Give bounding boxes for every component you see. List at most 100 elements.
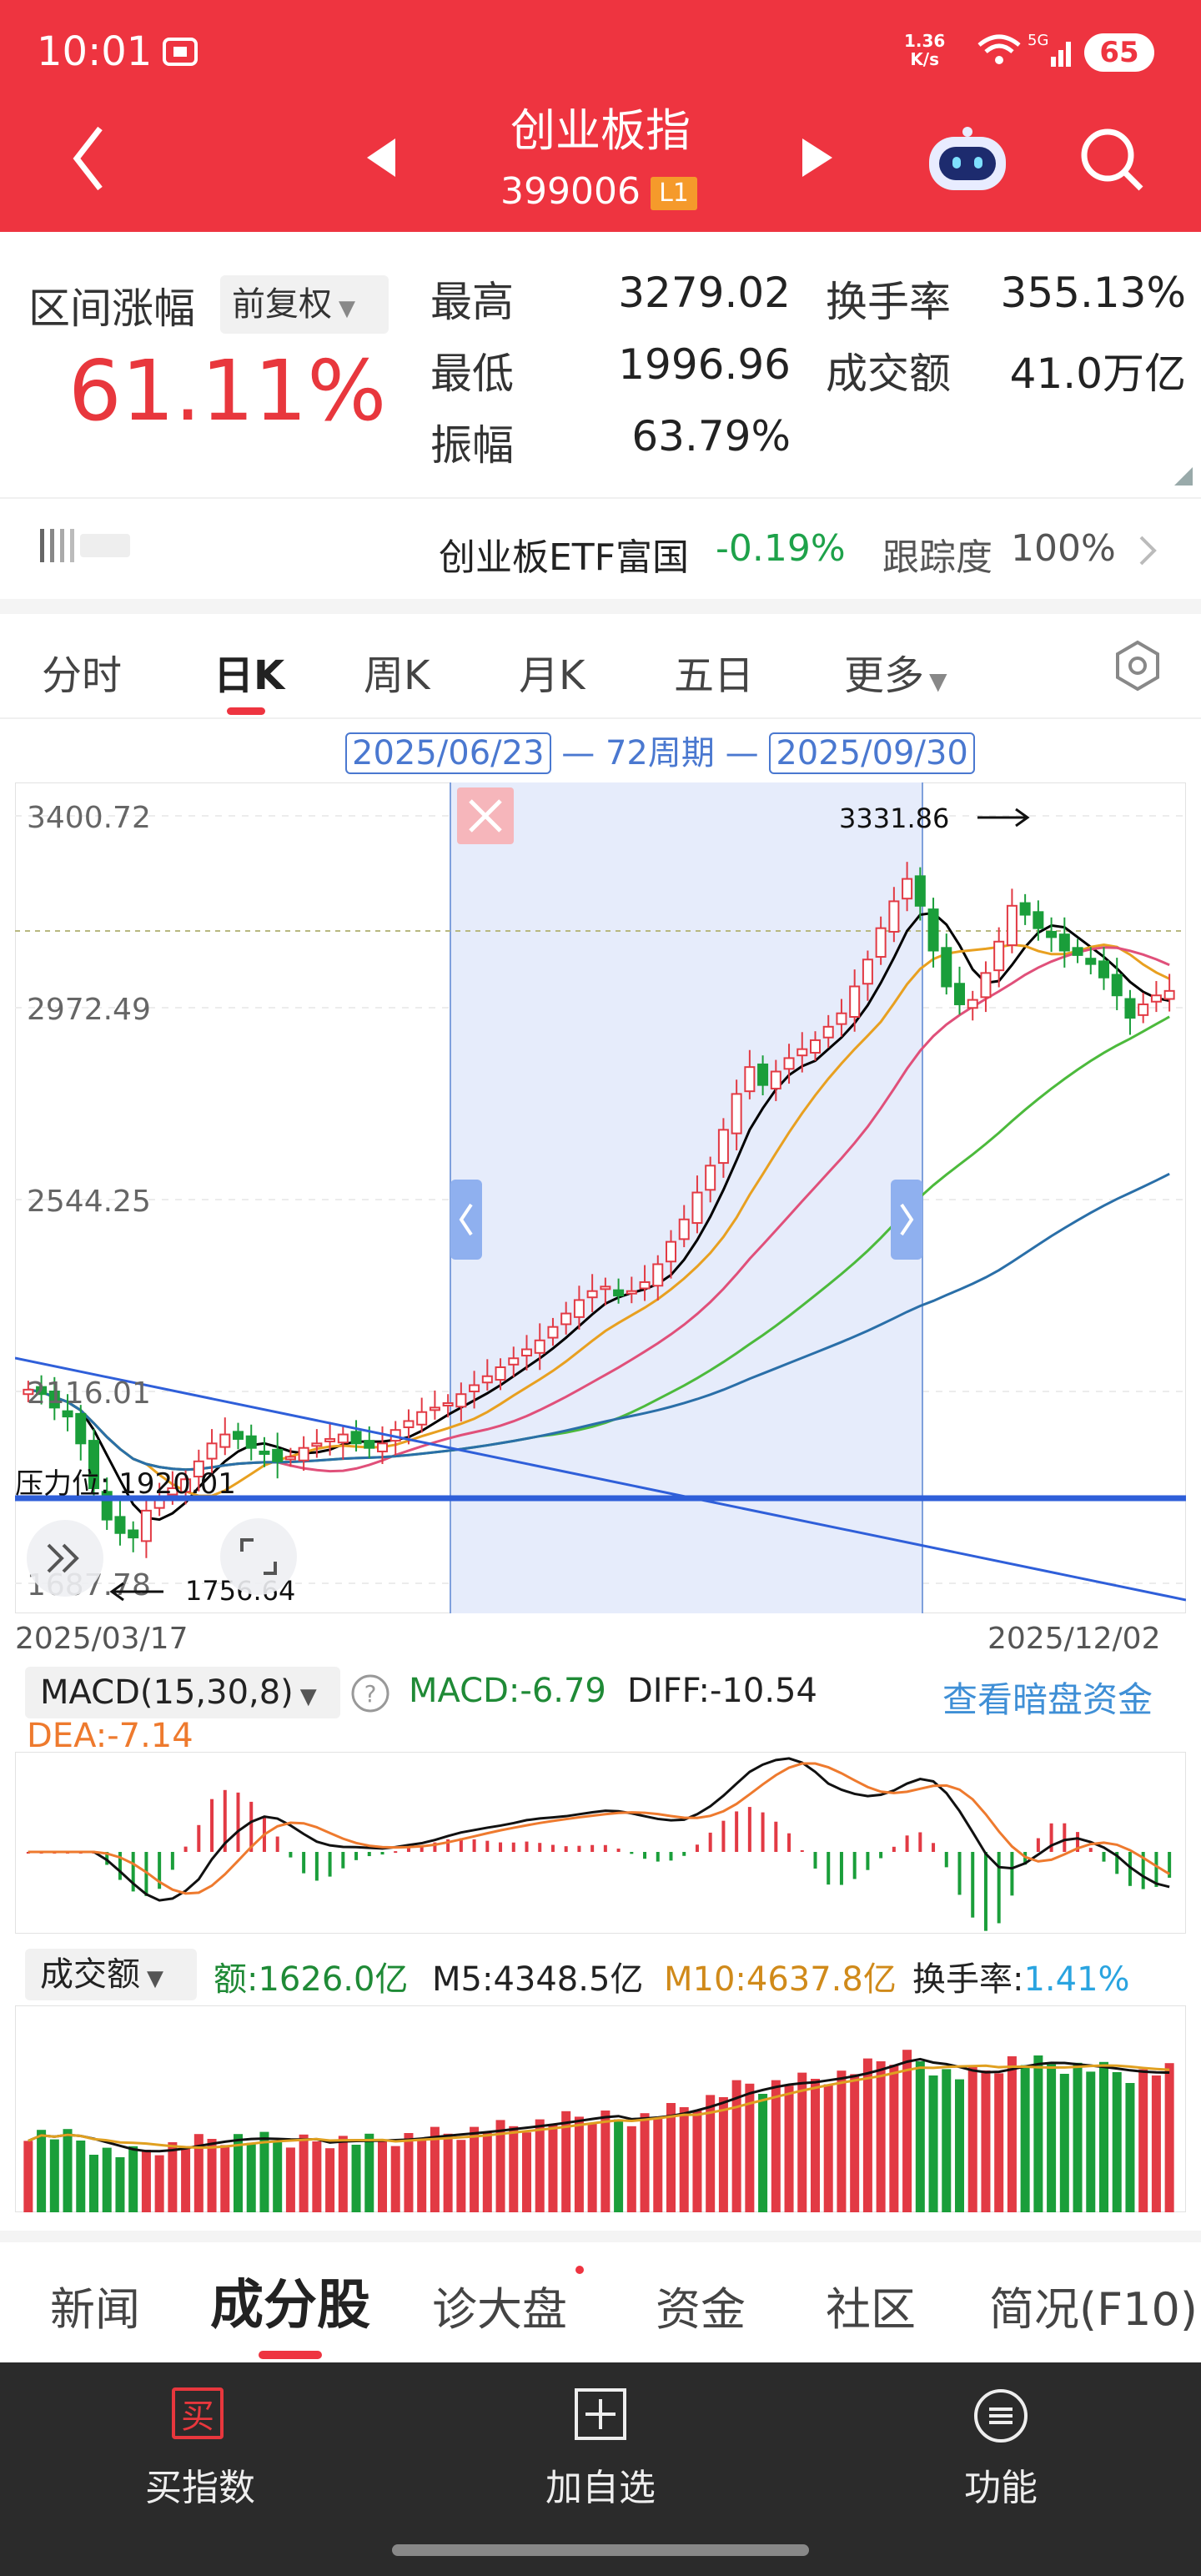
candle [652,1263,664,1287]
macd-bar [590,1844,595,1852]
macd-bar [328,1852,332,1877]
volume-bar [574,2116,584,2212]
candle [770,1070,781,1089]
period-selector[interactable]: 2025/06/23 — 72周期 — 2025/09/30 [345,726,975,774]
btab-funds[interactable]: 资金 [656,2272,746,2338]
candle [1033,911,1044,929]
prev-index-icon[interactable] [367,138,397,177]
stat-label-amplitude: 振幅 [430,421,514,470]
macd-bar [918,1832,922,1852]
candle [520,1348,533,1357]
btab-news[interactable]: 新闻 [50,2272,140,2338]
macd-label: MACD(15,30,8) [40,1673,294,1712]
period-end-date[interactable]: 2025/09/30 [769,732,975,774]
svg-text:5G: 5G [1028,32,1048,49]
volume-turnover: 换手率:1.41% [912,1952,1130,2000]
period-start-date[interactable]: 2025/06/23 [345,732,551,774]
range-left-handle[interactable] [450,1180,482,1260]
volume-bar [1151,2075,1161,2212]
volume-bar [784,2085,794,2212]
candle [416,1411,428,1426]
buy-icon: 买 [172,2387,224,2439]
volume-bar [364,2133,374,2212]
turnover-value: 1.41% [1023,1960,1130,1999]
tab-intraday[interactable]: 分时 [42,642,122,701]
volume-bar [482,2133,492,2212]
macd-bar [538,1843,542,1852]
btab-diagnose[interactable]: 诊大盘 [432,2272,567,2338]
volume-bar [600,2111,611,2212]
status-time: 10:01 [37,28,153,75]
expand-left-button[interactable] [27,1520,103,1597]
candle [364,1440,375,1449]
tab-weekly-k[interactable]: 周K [364,642,430,701]
btab-constituents[interactable]: 成分股 [210,2262,370,2339]
candle [1006,904,1018,947]
tracking-label: 跟踪度 [882,536,992,579]
tab-monthly-k[interactable]: 月K [519,642,585,701]
btab-profile[interactable]: 简况(F10) [989,2272,1198,2338]
candle [272,1448,284,1462]
candle [967,999,978,1009]
expand-corner-icon[interactable] [1174,467,1193,486]
candle [953,983,966,1005]
add-watchlist-button[interactable]: 加自选 [517,2369,684,2519]
macd-bar [341,1852,345,1869]
tab-five-day[interactable]: 五日 [674,642,754,701]
tab-daily-k[interactable]: 日K [214,642,284,701]
candle [927,908,939,952]
candle [980,972,992,999]
settings-icon[interactable] [1111,639,1164,692]
candle [783,1057,795,1070]
fullscreen-button[interactable] [220,1518,297,1595]
candle [62,1410,73,1418]
macd-bar [695,1844,699,1852]
candle [337,1433,349,1444]
macd-selector[interactable]: MACD(15,30,8) ▼ [25,1667,340,1718]
volume-bar [49,2139,59,2212]
volume-bar [535,2119,545,2212]
adjust-type-dropdown[interactable]: 前复权 ▼ [220,275,389,334]
stat-value-amplitude: 63.79% [631,412,791,460]
volume-bar [37,2130,47,2212]
buy-index-button[interactable]: 买 买指数 [117,2369,284,2519]
range-right-handle[interactable] [891,1180,922,1260]
menu-icon [974,2389,1028,2443]
volume-bar [967,2066,977,2212]
volume-selector[interactable]: 成交额 ▼ [25,1949,197,2000]
volume-bar [1073,2062,1083,2212]
etf-logo-icon [40,529,130,562]
dark-pool-link[interactable]: 查看暗盘资金 [942,1672,1153,1723]
etf-name: 创业板ETF富国 [439,536,689,579]
next-index-icon[interactable] [802,138,832,177]
volume-bar [1164,2063,1174,2212]
candle [1111,974,1123,997]
candle [626,1290,637,1295]
svg-text:?: ? [364,1680,377,1708]
macd-bar [170,1852,174,1870]
back-icon[interactable] [72,125,105,192]
kline-chart[interactable]: 3400.722972.492544.252116.011687.78 压力位:… [15,782,1186,1613]
candle [114,1516,126,1534]
macd-bar [394,1851,398,1854]
chevron-down-icon: ▼ [299,1684,317,1709]
chevron-down-icon: ▼ [147,1966,163,1991]
robot-assistant-icon[interactable] [924,125,1011,195]
macd-bar [485,1840,490,1852]
macd-value: MACD:-6.79 [409,1672,606,1710]
volume-bar [88,2155,99,2212]
candle [1124,998,1136,1019]
search-icon[interactable] [1079,127,1146,194]
high-price-label: 3331.86 [839,802,949,834]
tab-more[interactable]: 更多 ▼ [844,642,947,701]
functions-button[interactable]: 功能 [917,2369,1084,2519]
candle [206,1442,218,1460]
btab-community[interactable]: 社区 [826,2272,916,2338]
volume-bar [876,2061,886,2212]
volume-bar [115,2157,125,2212]
help-icon[interactable]: ? [349,1672,392,1715]
macd-bar [813,1852,817,1869]
candle [717,1129,729,1165]
y-tick-label: 2116.01 [27,1376,151,1411]
volume-bar [718,2097,728,2212]
